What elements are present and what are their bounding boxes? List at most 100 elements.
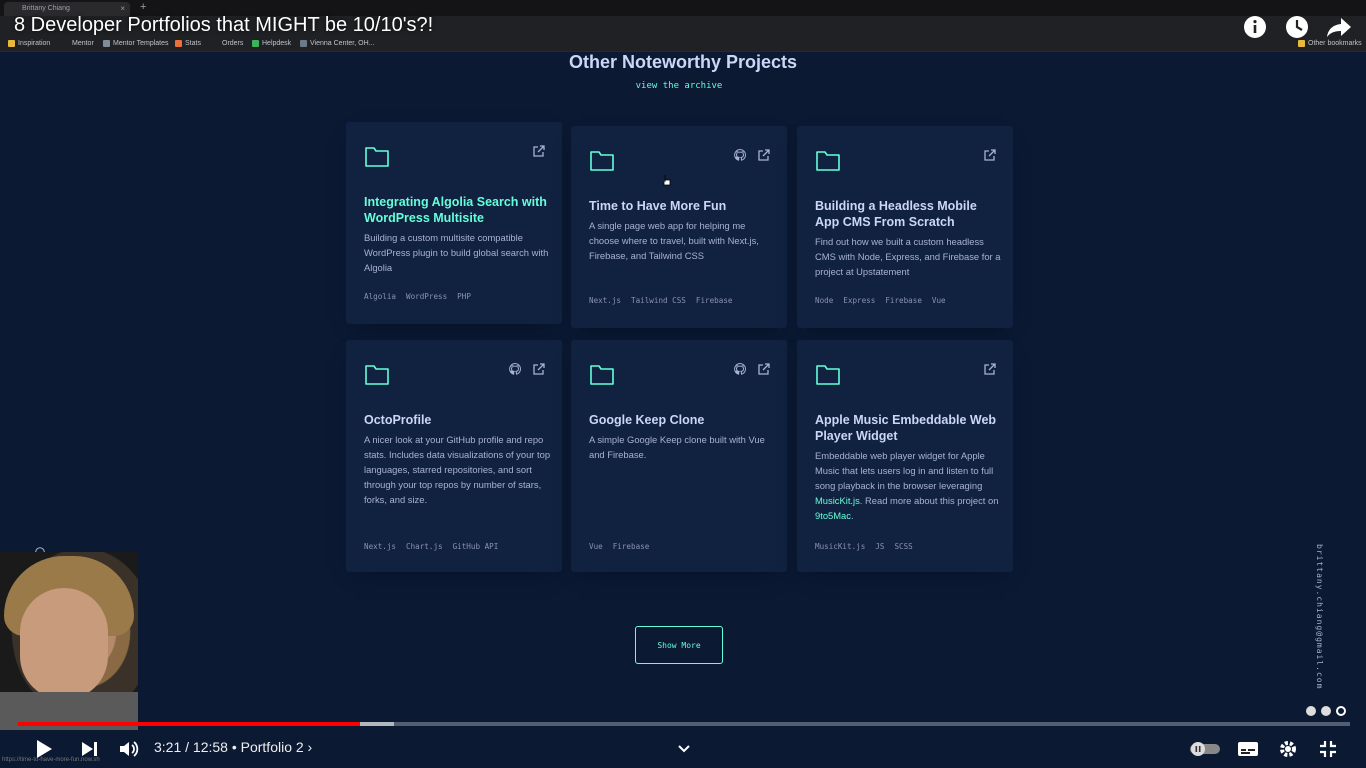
folder-icon — [816, 151, 840, 171]
project-description: Building a custom multisite compatible W… — [364, 232, 549, 273]
link-icon — [300, 40, 307, 47]
tech-list: Node Express Firebase Vue — [815, 296, 946, 305]
tech-tag: Next.js — [364, 542, 397, 551]
next-icon — [82, 742, 97, 756]
bookmark-item[interactable]: Orders — [222, 40, 243, 47]
9to5mac-link[interactable]: 9to5Mac — [815, 510, 851, 521]
new-tab-button[interactable]: + — [140, 1, 146, 13]
github-icon[interactable] — [733, 148, 747, 162]
stats-icon — [175, 40, 182, 47]
exit-fullscreen-icon — [1320, 741, 1336, 757]
tech-tag: PHP — [457, 292, 471, 301]
project-description: A single page web app for helping me cho… — [589, 220, 759, 261]
gear-icon — [1280, 741, 1296, 757]
section-title: Other Noteworthy Projects — [568, 52, 798, 72]
video-title[interactable]: 8 Developer Portfolios that MIGHT be 10/… — [14, 14, 433, 37]
subtitles-icon — [1238, 742, 1258, 756]
link-icon — [103, 40, 110, 47]
project-description: Embeddable web player widget for Apple M… — [815, 450, 999, 521]
folder-icon — [816, 365, 840, 385]
chevron-down-icon — [678, 745, 690, 753]
project-card[interactable]: OctoProfile A nicer look at your GitHub … — [346, 340, 562, 572]
autoplay-toggle-icon — [1190, 742, 1220, 756]
tech-tag: JS — [875, 542, 885, 551]
volume-icon — [120, 741, 139, 757]
project-card[interactable]: Apple Music Embeddable Web Player Widget… — [797, 340, 1013, 572]
project-card[interactable]: Integrating Algolia Search with WordPres… — [346, 122, 562, 324]
project-title[interactable]: Google Keep Clone — [589, 412, 777, 428]
folder-icon — [590, 151, 614, 171]
bookmark-item[interactable]: Vienna Center, OH... — [300, 40, 374, 47]
folder-icon — [8, 40, 15, 47]
status-url: https://time-to-have-more-fun.now.sh — [2, 757, 100, 763]
external-link-icon[interactable] — [757, 362, 771, 376]
top-right-controls — [1242, 14, 1352, 40]
external-link-icon[interactable] — [532, 362, 546, 376]
bookmark-item[interactable]: Inspiration — [8, 40, 50, 47]
tech-list: Next.js Tailwind CSS Firebase — [589, 296, 732, 305]
bookmark-item[interactable]: Mentor — [72, 40, 94, 47]
project-title[interactable]: Time to Have More Fun — [589, 198, 777, 214]
project-card[interactable]: Building a Headless Mobile App CMS From … — [797, 126, 1013, 328]
project-title[interactable]: Building a Headless Mobile App CMS From … — [815, 198, 1003, 230]
show-more-button[interactable]: Show More — [635, 626, 723, 664]
tech-tag: Express — [843, 296, 876, 305]
settings-button[interactable] — [1274, 736, 1302, 762]
bookmark-item[interactable]: Helpdesk — [252, 40, 291, 47]
folder-icon — [1298, 40, 1305, 47]
tab-title: Brittany Chiang — [22, 5, 70, 12]
exit-fullscreen-button[interactable] — [1314, 736, 1342, 762]
external-link-icon[interactable] — [532, 144, 546, 158]
helpdesk-icon — [252, 40, 259, 47]
subtitles-button[interactable] — [1234, 736, 1262, 762]
autoplay-toggle[interactable] — [1188, 736, 1222, 762]
folder-icon — [365, 365, 389, 385]
tech-tag: Next.js — [589, 296, 622, 305]
portfolio-page: Other Noteworthy Projects view the archi… — [0, 52, 1366, 768]
external-link-icon[interactable] — [757, 148, 771, 162]
progress-played — [18, 722, 361, 726]
bookmark-item[interactable]: Stats — [175, 40, 201, 47]
tech-tag: MusicKit.js — [815, 542, 866, 551]
share-icon[interactable] — [1326, 14, 1352, 40]
bookmarks-bar: Inspiration Mentor Mentor Templates Stat… — [0, 38, 1366, 52]
time-elapsed: 3:21 / 12:58 — [154, 739, 228, 755]
play-icon — [37, 740, 52, 758]
player-controls: 3:21 / 12:58 • Portfolio 2 › — [0, 730, 1366, 768]
github-icon[interactable] — [733, 362, 747, 376]
progress-bar[interactable] — [18, 722, 1350, 726]
project-card[interactable]: Google Keep Clone A simple Google Keep c… — [571, 340, 787, 572]
external-link-icon[interactable] — [983, 148, 997, 162]
project-description: Find out how we built a custom headless … — [815, 236, 1001, 277]
project-title[interactable]: Apple Music Embeddable Web Player Widget — [815, 412, 1003, 444]
tech-tag: Tailwind CSS — [631, 296, 686, 305]
external-link-icon[interactable] — [983, 362, 997, 376]
close-tab-icon[interactable]: × — [120, 4, 125, 13]
project-card[interactable]: Time to Have More Fun A single page web … — [571, 126, 787, 328]
webcam-overlay — [0, 552, 138, 730]
bookmark-item[interactable]: Mentor Templates — [103, 40, 169, 47]
volume-button[interactable] — [116, 736, 144, 762]
time-display: 3:21 / 12:58 • Portfolio 2 › — [154, 739, 312, 755]
view-archive-link[interactable]: view the archive — [0, 81, 1358, 91]
project-title[interactable]: OctoProfile — [364, 412, 552, 428]
tech-tag: Firebase — [885, 296, 922, 305]
folder-icon — [590, 365, 614, 385]
other-bookmarks[interactable]: Other bookmarks — [1298, 40, 1362, 47]
project-title[interactable]: Integrating Algolia Search with WordPres… — [364, 194, 552, 226]
info-icon[interactable] — [1242, 14, 1268, 40]
side-email-link[interactable]: brittany.chiang@gmail.com — [1310, 544, 1324, 690]
chapter-expand-button[interactable] — [670, 736, 698, 762]
project-description: A nicer look at your GitHub profile and … — [364, 434, 551, 505]
github-icon[interactable] — [508, 362, 522, 376]
tech-tag: Node — [815, 296, 834, 305]
watch-later-icon[interactable] — [1284, 14, 1310, 40]
tech-list: Algolia WordPress PHP — [364, 292, 471, 301]
tech-tag: GitHub API — [452, 542, 499, 551]
chapter-title[interactable]: • Portfolio 2 › — [232, 739, 312, 755]
tech-tag: SCSS — [894, 542, 913, 551]
tech-tag: WordPress — [406, 292, 448, 301]
tech-tag: Chart.js — [406, 542, 443, 551]
musickit-link[interactable]: MusicKit.js — [815, 495, 860, 506]
tech-list: MusicKit.js JS SCSS — [815, 542, 913, 551]
